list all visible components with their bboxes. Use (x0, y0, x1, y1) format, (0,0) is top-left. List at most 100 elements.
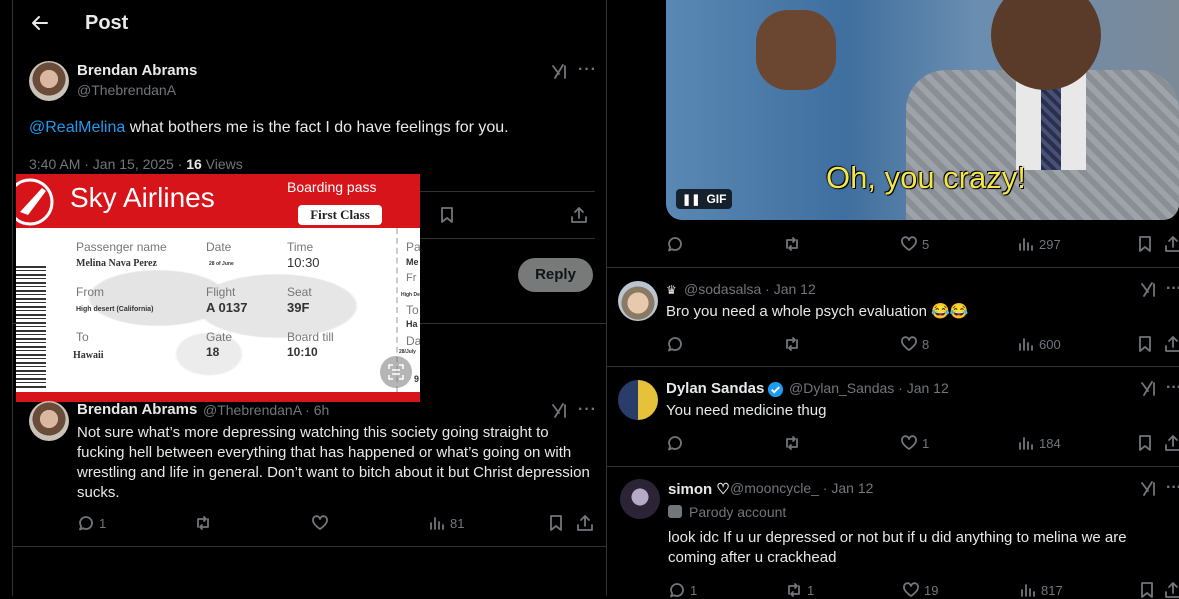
avatar[interactable] (618, 281, 658, 321)
retweet-action[interactable] (194, 514, 212, 532)
barcode (16, 266, 46, 388)
views-count: 16 (186, 156, 202, 172)
avatar[interactable] (618, 380, 658, 420)
author-name[interactable]: Brendan Abrams (77, 401, 197, 418)
author-name[interactable]: Brendan Abrams (77, 62, 197, 79)
reply-text: Bro you need a whole psych evaluation 😂😂 (666, 303, 969, 320)
views-count: 297 (1039, 236, 1061, 252)
like-count: 8 (922, 336, 930, 352)
like-action[interactable]: 8 (900, 335, 929, 353)
avatar[interactable] (29, 401, 69, 441)
like-action[interactable] (311, 514, 329, 532)
like-count: 1 (922, 435, 930, 451)
reply-action[interactable] (666, 335, 684, 353)
retweet-action[interactable]: 1 (785, 581, 814, 599)
flight-label: Flight (206, 285, 236, 299)
back-arrow-icon[interactable] (30, 13, 50, 33)
stub-me: Me (406, 257, 419, 267)
time-label: Time (287, 240, 314, 254)
verified-badge-icon (767, 381, 784, 398)
timestamp-text[interactable]: 3:40 AM · Jan 15, 2025 · (29, 156, 186, 172)
share-icon[interactable] (570, 206, 588, 224)
reply-action[interactable] (666, 434, 684, 452)
reply-handle[interactable]: @sodasalsa · Jan 12 (684, 281, 816, 297)
reply-count: 1 (99, 515, 107, 531)
boarding-pass-image: Sky Airlines Boarding pass First Class P… (16, 174, 420, 402)
reply-handle[interactable]: @mooncycle_ · Jan 12 (730, 480, 873, 496)
more-icon[interactable]: ··· (578, 61, 597, 79)
reply-button[interactable]: Reply (518, 258, 593, 292)
grok-icon[interactable] (1140, 281, 1158, 299)
views-count: 600 (1039, 336, 1061, 352)
bookmark-action[interactable] (1136, 235, 1154, 253)
more-icon[interactable]: ··· (1166, 479, 1179, 497)
time-value: 10:30 (287, 255, 320, 270)
views-action[interactable]: 297 (1017, 235, 1061, 253)
views-count: 817 (1041, 582, 1063, 598)
reply-action[interactable]: 1 (77, 514, 106, 532)
grok-icon[interactable] (551, 63, 569, 81)
author-handle[interactable]: @ThebrendanA · 6h (203, 402, 329, 418)
views-action[interactable]: 184 (1017, 434, 1061, 452)
divider (12, 546, 607, 547)
author-handle[interactable]: @ThebrendanA (77, 82, 176, 98)
share-action[interactable] (1164, 335, 1179, 353)
like-action[interactable]: 1 (900, 434, 929, 452)
gif-media[interactable]: Oh, you crazy! ❚❚ GIF (666, 0, 1179, 220)
grok-icon[interactable] (551, 402, 569, 420)
from-label: From (76, 285, 104, 299)
stub-ha: Ha (406, 319, 418, 329)
post-body: Not sure what’s more depressing watching… (77, 424, 590, 501)
scan-lens-icon[interactable] (380, 356, 412, 388)
share-action[interactable] (576, 514, 594, 532)
class-badge: First Class (298, 205, 382, 225)
mention-link[interactable]: @RealMelina (29, 119, 125, 136)
share-action[interactable] (1164, 235, 1179, 253)
pause-icon[interactable]: ❚❚ (682, 193, 700, 206)
avatar[interactable] (620, 479, 660, 519)
views-action[interactable]: 817 (1019, 581, 1063, 599)
page-title: Post (85, 12, 129, 34)
reply-name[interactable]: simon ♡ (668, 480, 730, 498)
stub-fr: Fr (406, 272, 417, 284)
grok-icon[interactable] (1140, 480, 1158, 498)
views-action[interactable]: 81 (428, 514, 464, 532)
more-icon[interactable]: ··· (1166, 280, 1179, 298)
reply-action[interactable]: 1 (668, 581, 697, 599)
like-action[interactable]: 19 (902, 581, 938, 599)
bookmark-action[interactable] (1136, 434, 1154, 452)
presenter-tie (1041, 80, 1061, 170)
stub-pa: Pa (406, 240, 420, 254)
views-action[interactable]: 600 (1017, 335, 1061, 353)
bookmark-action[interactable] (547, 514, 565, 532)
bookmark-action[interactable] (1138, 581, 1156, 599)
more-icon[interactable]: ··· (578, 401, 597, 419)
crown-icon: ♛ (666, 283, 677, 297)
gif-caption: Oh, you crazy! (826, 160, 1026, 195)
date-value: 28 of June (209, 261, 234, 267)
avatar[interactable] (29, 61, 69, 101)
like-action[interactable]: 5 (900, 235, 929, 253)
reply-name[interactable]: Dylan Sandas (666, 380, 764, 397)
reply-count: 1 (690, 582, 698, 598)
post-body: what bothers me is the fact I do have fe… (125, 119, 509, 136)
bookmark-action[interactable] (1136, 335, 1154, 353)
divider (607, 366, 1179, 367)
retweet-action[interactable] (783, 434, 801, 452)
more-icon[interactable]: ··· (1166, 379, 1179, 397)
gif-badge[interactable]: ❚❚ GIF (676, 189, 733, 209)
retweet-action[interactable] (783, 235, 801, 253)
retweet-action[interactable] (783, 335, 801, 353)
share-action[interactable] (1164, 581, 1179, 599)
date-label: Date (206, 240, 232, 254)
grok-icon[interactable] (1140, 380, 1158, 398)
gif-label: GIF (706, 192, 727, 206)
share-action[interactable] (1164, 434, 1179, 452)
bookmark-icon[interactable] (438, 206, 456, 224)
parody-label: Parody account (689, 504, 787, 520)
views-label: Views (201, 156, 243, 172)
reply-action[interactable] (666, 235, 684, 253)
reply-handle[interactable]: @Dylan_Sandas · Jan 12 (789, 380, 949, 396)
boardtill-label: Board till (287, 330, 334, 344)
views-count: 184 (1039, 435, 1061, 451)
